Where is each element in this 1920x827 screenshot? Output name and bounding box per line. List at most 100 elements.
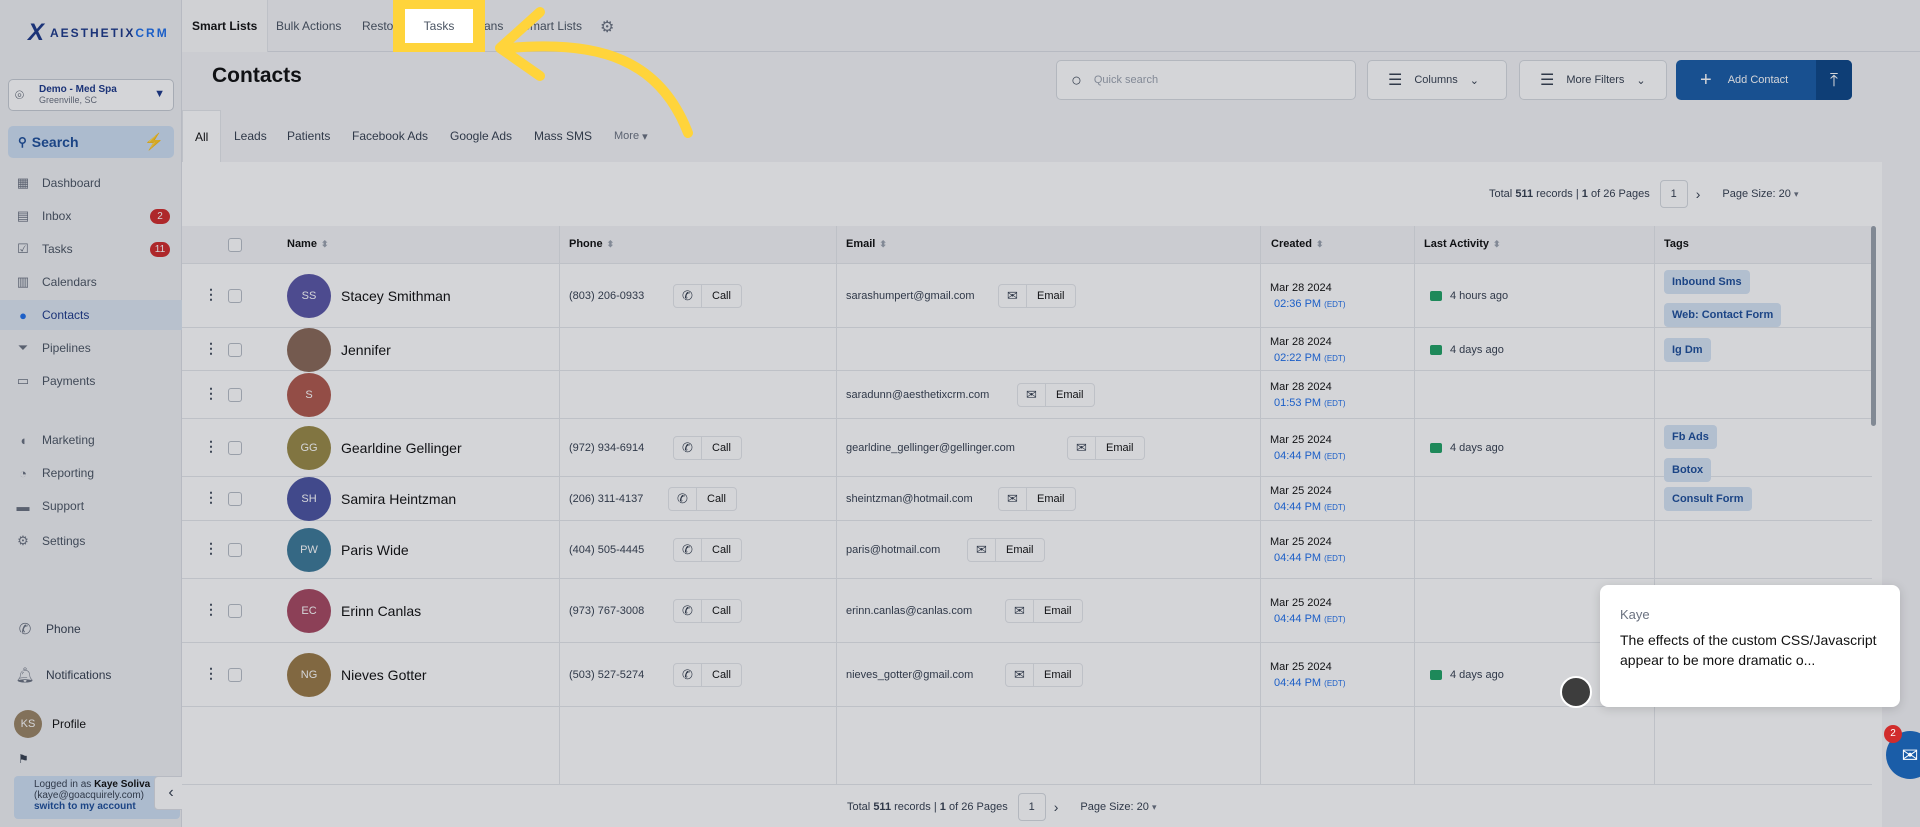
sidebar-item-payments[interactable]: ▭ Payments <box>0 366 182 396</box>
email-button[interactable]: ✉ Email <box>1017 383 1095 407</box>
chat-message-toast[interactable]: Kaye The effects of the custom CSS/Javas… <box>1600 585 1900 707</box>
contact-name[interactable]: Erinn Canlas <box>341 603 421 619</box>
tag-badge[interactable]: Fb Ads <box>1664 425 1717 449</box>
sidebar-profile[interactable]: KS Profile <box>14 710 86 738</box>
row-menu-icon[interactable]: ⋮ <box>204 601 218 618</box>
row-menu-icon[interactable]: ⋮ <box>204 286 218 303</box>
calendar-icon: ▥ <box>16 274 30 289</box>
table-scrollbar[interactable] <box>1871 226 1876 426</box>
table-row[interactable]: ⋮ SS Stacey Smithman (803) 206-0933 ✆ Call sar… <box>182 264 1872 328</box>
page-size-select[interactable]: Page Size: 20 <box>1722 188 1791 200</box>
select-all-checkbox[interactable] <box>228 238 242 252</box>
call-button[interactable]: ✆ Call <box>668 487 737 511</box>
email-button[interactable]: ✉ Email <box>998 487 1076 511</box>
more-filters-button[interactable]: ☰ More Filters ⌄ <box>1519 60 1667 100</box>
next-page-icon[interactable]: › <box>1054 799 1059 815</box>
row-menu-icon[interactable]: ⋮ <box>204 489 218 506</box>
call-button[interactable]: ✆ Call <box>673 599 742 623</box>
settings-icon: ⚙ <box>17 533 29 548</box>
email-button[interactable]: ✉ Email <box>1067 436 1145 460</box>
next-page-icon[interactable]: › <box>1696 186 1701 202</box>
table-row[interactable]: ⋮ GG Gearldine Gellinger (972) 934-6914 ✆ Cal… <box>182 419 1872 482</box>
table-row[interactable]: ⋮ PW Paris Wide (404) 505-4445 ✆ Call paris@ho… <box>182 521 1872 579</box>
column-header-phone[interactable]: Phone ⬍ <box>569 238 614 250</box>
phone-icon: ✆ <box>674 539 702 561</box>
contact-name[interactable]: Stacey Smithman <box>341 288 451 304</box>
mail-icon: ✉ <box>999 488 1027 510</box>
payments-icon: ▭ <box>16 373 30 388</box>
sidebar-item-tasks[interactable]: ☑ Tasks 11 <box>0 234 182 264</box>
sidebar-item-pipelines[interactable]: ⏷ Pipelines <box>0 333 182 363</box>
tag-badge[interactable]: Ig Dm <box>1664 337 1711 362</box>
sidebar-item-contacts[interactable]: ● Contacts <box>0 300 182 330</box>
page-number-button[interactable]: 1 <box>1659 180 1688 208</box>
sidebar-item-settings[interactable]: ⚙ Settings <box>0 526 182 556</box>
chevron-down-icon: ▾ <box>1793 188 1799 199</box>
quick-search-input[interactable]: ○ Quick search <box>1056 60 1356 100</box>
tag-badge[interactable]: Inbound Sms <box>1664 270 1750 294</box>
row-menu-icon[interactable]: ⋮ <box>204 340 218 357</box>
contact-email: erinn.canlas@canlas.com <box>846 605 973 617</box>
sort-icon: ⬍ <box>1315 239 1324 249</box>
contact-name[interactable]: Nieves Gotter <box>341 667 427 683</box>
row-checkbox[interactable] <box>228 441 242 455</box>
dashboard-icon: ▦ <box>16 175 30 190</box>
email-button[interactable]: ✉ Email <box>967 538 1045 562</box>
sidebar-item-dashboard[interactable]: ▦ Dashboard <box>0 168 182 198</box>
tag-badge[interactable]: Web: Contact Form <box>1664 303 1782 327</box>
table-row[interactable]: ⋮ Jennifer Mar 28 2024 02:22 PM (EDT) 4 days… <box>182 327 1872 372</box>
sidebar-item-support[interactable]: ▬ Support <box>0 491 182 521</box>
contact-name[interactable]: Jennifer <box>341 342 391 358</box>
columns-button[interactable]: ☰ Columns ⌄ <box>1367 60 1507 100</box>
sidebar-phone[interactable]: ✆ Phone <box>14 620 81 638</box>
column-header-name[interactable]: Name ⬍ <box>287 238 329 250</box>
sidebar-item-marketing[interactable]: ◖ Marketing <box>0 425 182 455</box>
sort-icon: ⬍ <box>320 239 329 249</box>
table-header: Name ⬍ Phone ⬍ Email ⬍ Created ⬍ Last Activi… <box>182 226 1872 264</box>
page-number-button[interactable]: 1 <box>1017 793 1046 821</box>
last-activity: 4 days ago <box>1430 669 1504 681</box>
message-icon <box>1430 670 1442 680</box>
email-button[interactable]: ✉ Email <box>998 284 1076 308</box>
call-button[interactable]: ✆ Call <box>673 436 742 460</box>
row-menu-icon[interactable]: ⋮ <box>204 438 218 455</box>
email-button[interactable]: ✉ Email <box>1005 599 1083 623</box>
message-icon <box>1430 344 1442 355</box>
row-checkbox[interactable] <box>228 543 242 557</box>
created-date: Mar 28 2024 02:22 PM (EDT) <box>1270 335 1346 364</box>
email-button[interactable]: ✉ Email <box>1005 663 1083 687</box>
row-menu-icon[interactable]: ⋮ <box>204 665 218 682</box>
row-checkbox[interactable] <box>228 668 242 682</box>
tag-badge[interactable]: Consult Form <box>1664 487 1752 511</box>
contact-name[interactable]: Gearldine Gellinger <box>341 440 462 456</box>
call-button[interactable]: ✆ Call <box>673 538 742 562</box>
add-contact-button[interactable]: + Add Contact ⤒ <box>1676 60 1852 100</box>
sidebar-item-reporting[interactable]: ◔ Reporting <box>0 458 182 488</box>
row-checkbox[interactable] <box>228 342 242 357</box>
mail-icon: ✉ <box>1006 600 1034 622</box>
row-checkbox[interactable] <box>228 388 242 402</box>
page-size-select[interactable]: Page Size: 20 <box>1080 801 1149 813</box>
row-checkbox[interactable] <box>228 604 242 618</box>
import-upload-icon[interactable]: ⤒ <box>1816 60 1852 100</box>
row-menu-icon[interactable]: ⋮ <box>204 540 218 557</box>
column-header-tags: Tags <box>1664 238 1689 250</box>
column-header-email[interactable]: Email ⬍ <box>846 238 887 250</box>
call-button[interactable]: ✆ Call <box>673 284 742 308</box>
row-menu-icon[interactable]: ⋮ <box>204 385 218 402</box>
support-icon: ▬ <box>16 498 30 514</box>
last-activity: 4 hours ago <box>1430 290 1508 302</box>
sidebar-notifications[interactable]: 🔔︎ Notifications <box>14 666 111 684</box>
contact-name[interactable]: Samira Heintzman <box>341 491 456 507</box>
sidebar-item-inbox[interactable]: ▤ Inbox 2 <box>0 201 182 231</box>
table-row[interactable]: ⋮ SH Samira Heintzman (206) 311-4137 ✆ Call sh… <box>182 477 1872 521</box>
call-button[interactable]: ✆ Call <box>673 663 742 687</box>
column-header-last-activity[interactable]: Last Activity ⬍ <box>1424 238 1501 250</box>
column-header-created[interactable]: Created ⬍ <box>1271 238 1324 250</box>
row-checkbox[interactable] <box>228 289 242 303</box>
contact-name[interactable]: Paris Wide <box>341 542 409 558</box>
row-checkbox[interactable] <box>228 492 242 506</box>
mail-icon: ✉ <box>999 285 1027 307</box>
table-row[interactable]: ⋮ Ssaradunn@aesthetixcrm.com ✉ Email Mar 28 … <box>182 371 1872 419</box>
sidebar-item-calendars[interactable]: ▥ Calendars <box>0 267 182 297</box>
